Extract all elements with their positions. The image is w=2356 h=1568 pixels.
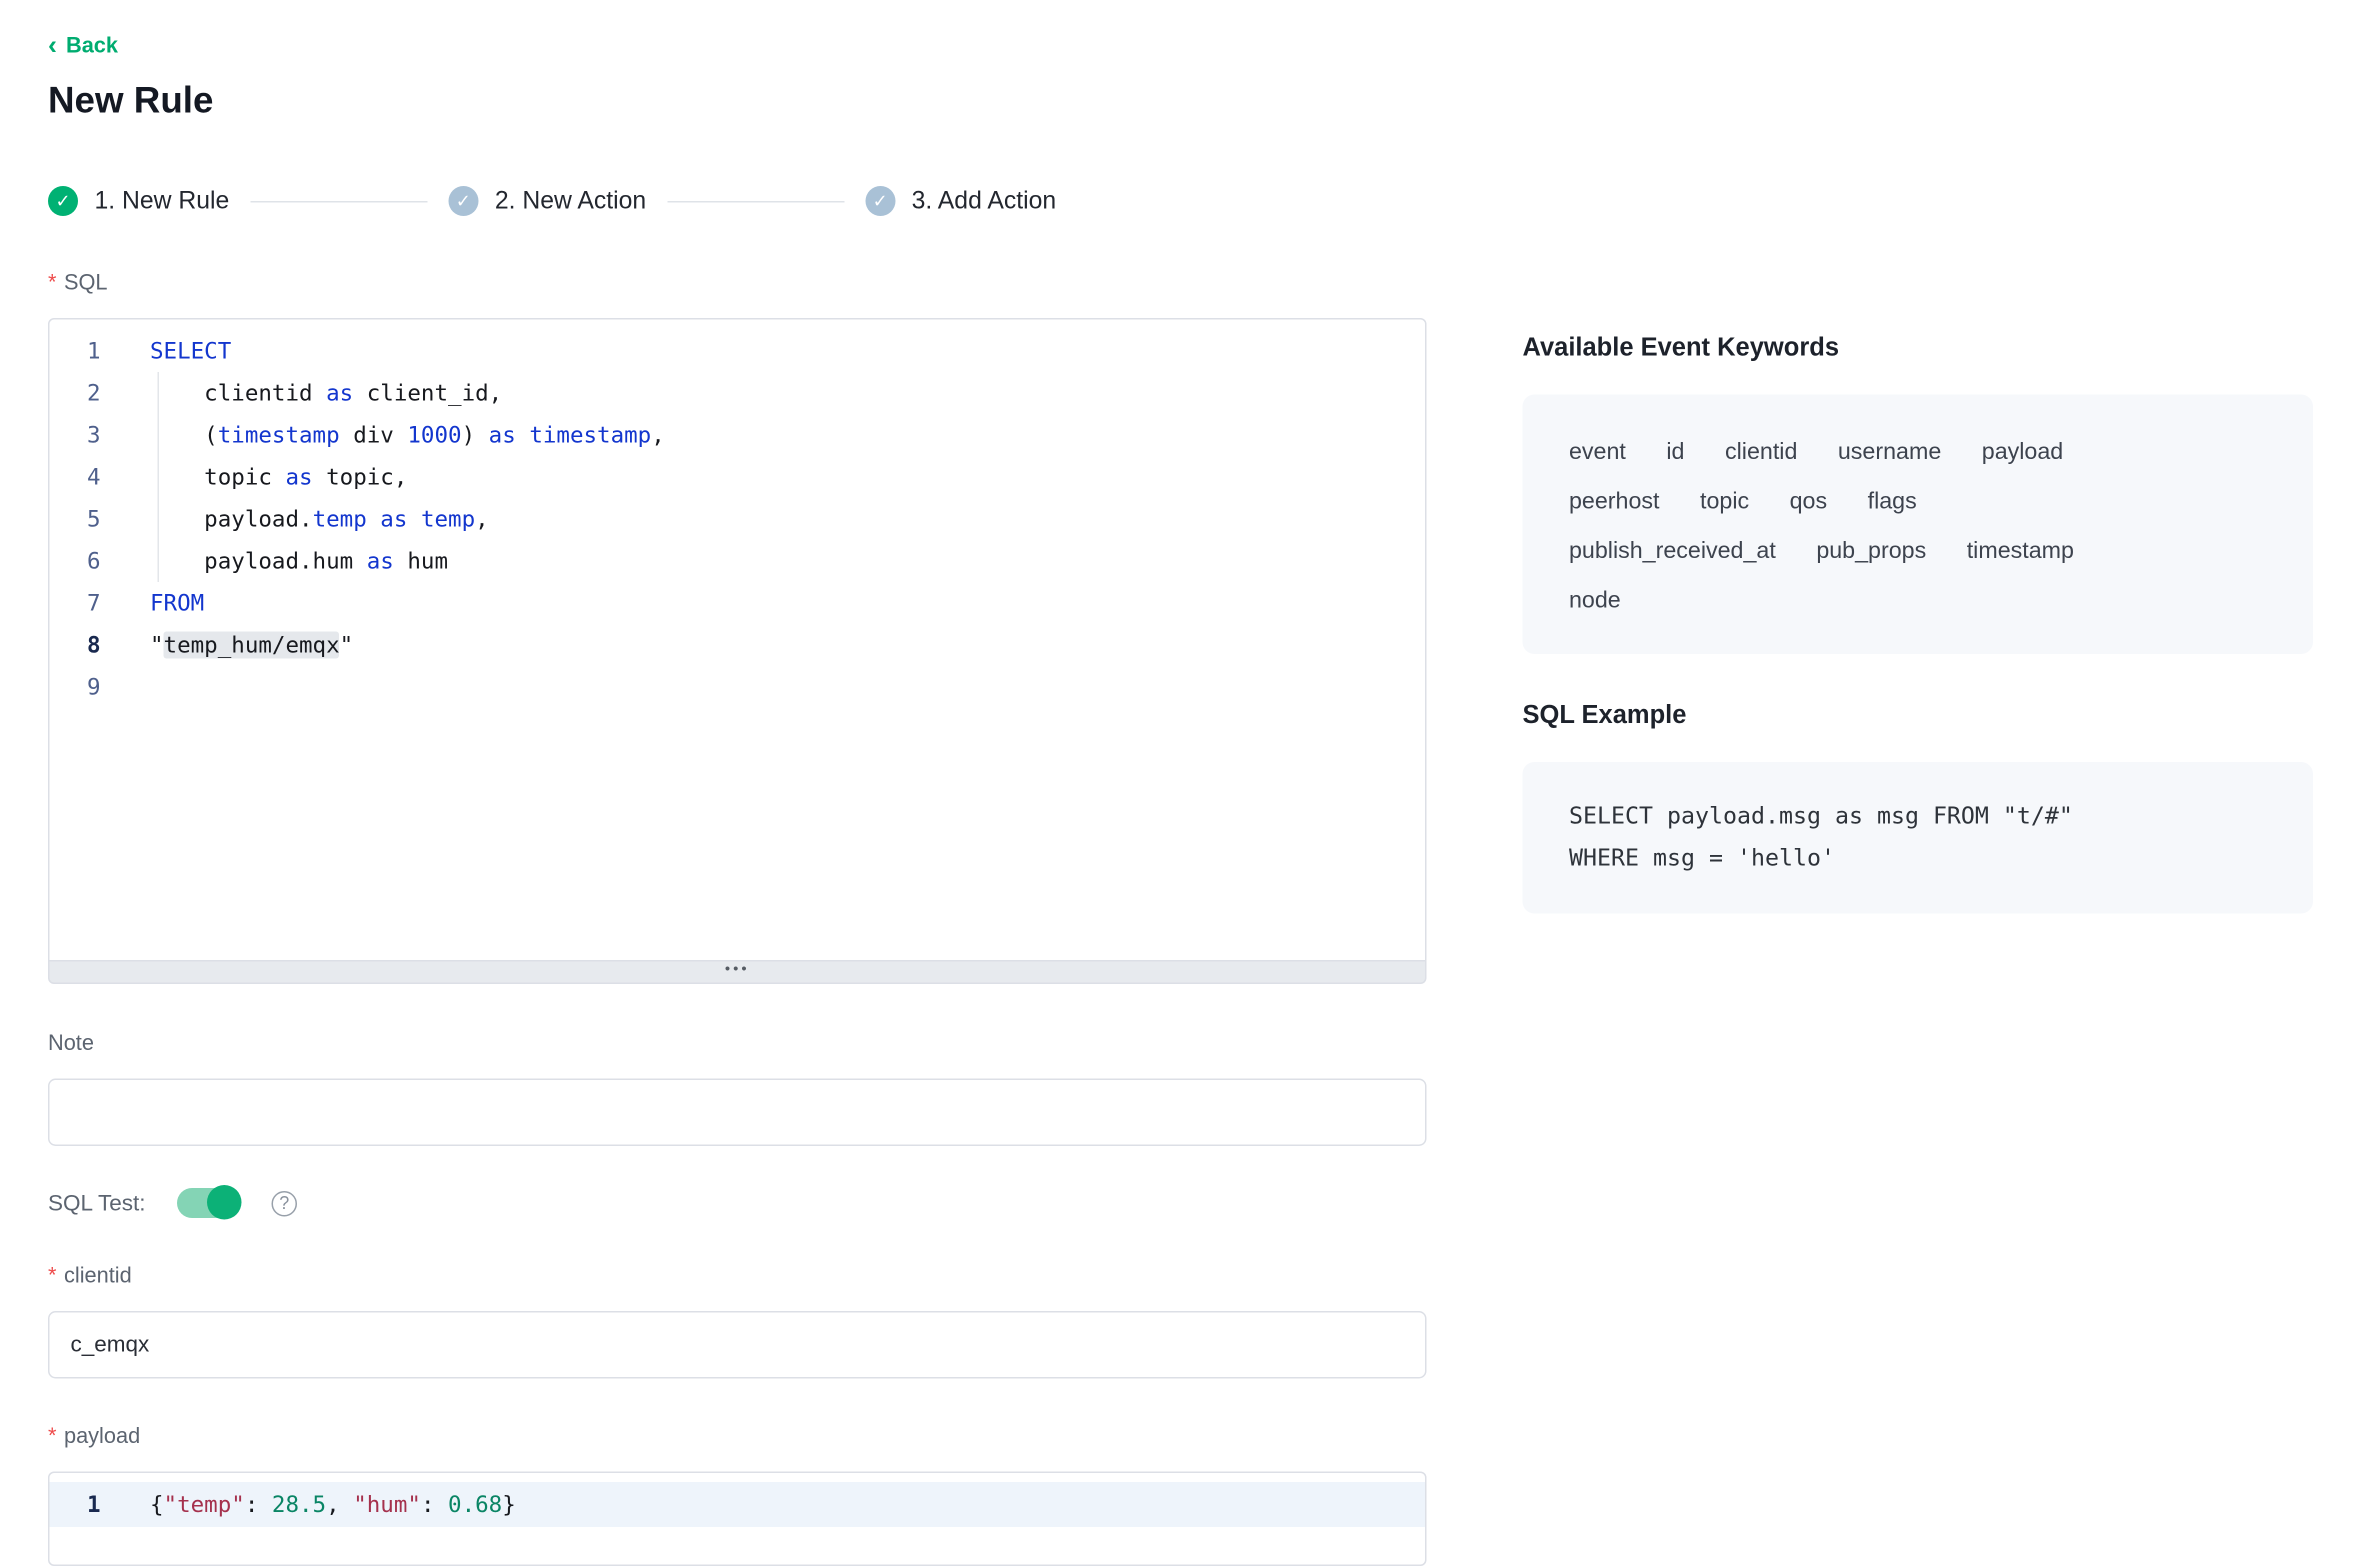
keyword-item: peerhost (1569, 486, 1659, 519)
sql-test-label: SQL Test: (48, 1190, 146, 1216)
line-number: 7 (50, 582, 101, 624)
help-sidebar: Available Event Keywords event id clientid… (1523, 272, 2314, 1567)
main-columns: * SQL 1SELECT2 clientid as client_id,3 (… (48, 272, 2356, 1567)
line-number: 1 (50, 330, 101, 372)
chevron-left-icon: ‹ (48, 32, 57, 59)
payload-editor-lines: 1{"temp": 28.5, "hum": 0.68} (50, 1473, 1426, 1527)
payload-label: * payload (48, 1425, 1427, 1449)
sql-example-line: SELECT payload.msg as msg FROM "t/#" (1569, 797, 2277, 838)
editor-line: 6 payload.hum as hum (50, 540, 1426, 582)
sql-example-line: WHERE msg = 'hello' (1569, 838, 2277, 879)
clientid-label-text: clientid (64, 1265, 132, 1289)
payload-editor[interactable]: 1{"temp": 28.5, "hum": 0.68} (48, 1472, 1427, 1567)
keyword-item: flags (1868, 486, 1917, 519)
code-line-text: "temp_hum/emqx" (101, 624, 354, 666)
keywords-title: Available Event Keywords (1523, 333, 2314, 363)
keyword-row: publish_received_at pub_props timestamp (1569, 536, 2277, 569)
step-label: 2. New Action (495, 187, 646, 216)
editor-resize-handle[interactable]: ••• (48, 962, 1427, 985)
keyword-item: id (1666, 437, 1684, 470)
note-input[interactable] (48, 1079, 1427, 1147)
page-content: ‹ Back New Rule ✓ 1. New Rule ✓ 2. New Acti… (0, 0, 2356, 1568)
help-icon[interactable]: ? (272, 1190, 298, 1216)
line-number: 5 (50, 498, 101, 540)
editor-line: 1SELECT (50, 330, 1426, 372)
line-number: 2 (50, 372, 101, 414)
resize-dots-icon: ••• (725, 966, 750, 975)
step-connector (667, 200, 844, 202)
code-line-text: topic as topic, (101, 456, 408, 498)
keyword-item: topic (1700, 486, 1749, 519)
step-connector (250, 200, 427, 202)
sql-test-row: SQL Test: ? (48, 1188, 1427, 1218)
sql-example-title: SQL Example (1523, 701, 2314, 731)
editor-line: 3 (timestamp div 1000) as timestamp, (50, 414, 1426, 456)
sql-editor[interactable]: 1SELECT2 clientid as client_id,3 (timest… (48, 318, 1427, 962)
page-title: New Rule (48, 81, 2356, 123)
back-label: Back (66, 35, 118, 59)
keyword-item: node (1569, 585, 1621, 618)
sql-test-toggle[interactable] (177, 1188, 240, 1218)
step-label: 3. Add Action (912, 187, 1056, 216)
clientid-label: * clientid (48, 1265, 1427, 1289)
clientid-input[interactable] (48, 1311, 1427, 1379)
code-line-text: FROM (101, 582, 205, 624)
sql-label: * SQL (48, 272, 1427, 296)
sql-editor-lines: 1SELECT2 clientid as client_id,3 (timest… (50, 320, 1426, 709)
editor-line: 4 topic as topic, (50, 456, 1426, 498)
keyword-item: publish_received_at (1569, 536, 1776, 569)
code-line-text (101, 666, 151, 708)
required-asterisk: * (48, 272, 56, 296)
step-item-3[interactable]: ✓ 3. Add Action (865, 186, 1056, 216)
line-number: 6 (50, 540, 101, 582)
keyword-item: event (1569, 437, 1626, 470)
indent-guide (158, 372, 160, 582)
step-item-2[interactable]: ✓ 2. New Action (448, 186, 646, 216)
keyword-item: qos (1790, 486, 1828, 519)
rule-form: * SQL 1SELECT2 clientid as client_id,3 (… (48, 272, 1427, 1567)
step-check-icon: ✓ (865, 186, 895, 216)
stepper: ✓ 1. New Rule ✓ 2. New Action ✓ 3. Add Action (48, 186, 2356, 216)
editor-line: 8"temp_hum/emqx" (50, 624, 1426, 666)
note-label-text: Note (48, 1032, 94, 1056)
line-number: 4 (50, 456, 101, 498)
line-number: 1 (50, 1482, 101, 1527)
keyword-item: timestamp (1967, 536, 2074, 569)
code-line-text: payload.hum as hum (101, 540, 449, 582)
keyword-item: payload (1982, 437, 2063, 470)
payload-label-text: payload (64, 1425, 140, 1449)
editor-line: 7FROM (50, 582, 1426, 624)
step-check-icon: ✓ (448, 186, 478, 216)
editor-line: 9 (50, 666, 1426, 708)
keyword-row: peerhost topic qos flags (1569, 486, 2277, 519)
editor-line: 5 payload.temp as temp, (50, 498, 1426, 540)
step-item-1[interactable]: ✓ 1. New Rule (48, 186, 229, 216)
keyword-row: event id clientid username payload (1569, 437, 2277, 470)
code-line-text: clientid as client_id, (101, 372, 503, 414)
new-rule-page: ‹ Back New Rule ✓ 1. New Rule ✓ 2. New Acti… (0, 0, 2356, 1568)
keyword-item: username (1838, 437, 1941, 470)
event-keywords-panel: event id clientid username payload peerhost to… (1523, 395, 2314, 655)
sql-label-text: SQL (64, 272, 108, 296)
editor-line: 2 clientid as client_id, (50, 372, 1426, 414)
editor-line: 1{"temp": 28.5, "hum": 0.68} (50, 1482, 1426, 1527)
line-number: 3 (50, 414, 101, 456)
toggle-knob (207, 1185, 242, 1220)
step-check-icon: ✓ (48, 186, 78, 216)
keyword-row: node (1569, 585, 2277, 618)
keyword-item: pub_props (1816, 536, 1926, 569)
code-line-text: SELECT (101, 330, 232, 372)
line-number: 8 (50, 624, 101, 666)
required-asterisk: * (48, 1425, 56, 1449)
code-line-text: (timestamp div 1000) as timestamp, (101, 414, 665, 456)
required-asterisk: * (48, 1265, 56, 1289)
step-label: 1. New Rule (95, 187, 230, 216)
note-label: Note (48, 1032, 1427, 1056)
keyword-item: clientid (1725, 437, 1797, 470)
back-link[interactable]: ‹ Back (48, 33, 118, 60)
code-line-text: {"temp": 28.5, "hum": 0.68} (101, 1482, 516, 1527)
line-number: 9 (50, 666, 101, 708)
sql-example-panel: SELECT payload.msg as msg FROM "t/#"WHER… (1523, 762, 2314, 914)
